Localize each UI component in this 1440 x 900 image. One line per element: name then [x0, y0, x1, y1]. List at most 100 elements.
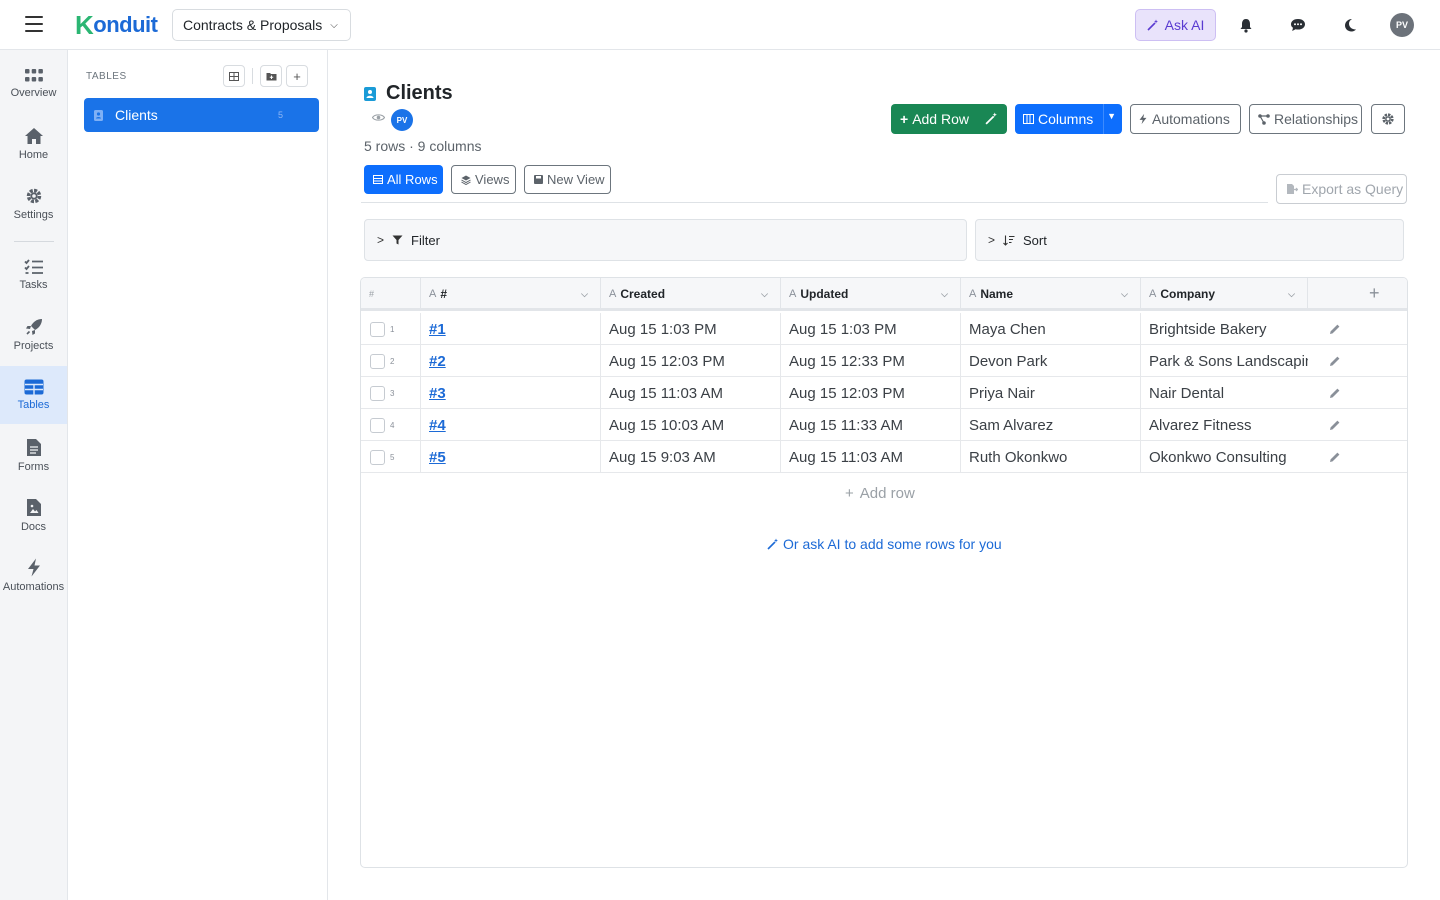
caret-down-icon[interactable]: ▼ [1107, 111, 1116, 121]
cell-updated[interactable]: Aug 15 12:33 PM [781, 345, 961, 377]
rail-item-forms[interactable]: Forms [0, 426, 67, 484]
row-checkbox[interactable] [370, 354, 385, 369]
rail-item-settings[interactable]: Settings [0, 175, 67, 233]
table-row[interactable]: 1 #1 Aug 15 1:03 PM Aug 15 1:03 PM Maya Chen… [361, 313, 1407, 345]
data-grid: # A # ⌵ A Created ⌵ A Updated ⌵ A Name ⌵ A Compan… [360, 277, 1408, 868]
cell-updated[interactable]: Aug 15 12:03 PM [781, 377, 961, 409]
table-row[interactable]: 2 #2 Aug 15 12:03 PM Aug 15 12:33 PM Devon P… [361, 345, 1407, 377]
table-row[interactable]: 3 #3 Aug 15 11:03 AM Aug 15 12:03 PM Priya N… [361, 377, 1407, 409]
add-column-button[interactable]: + [1369, 283, 1380, 304]
row-number: 5 [390, 453, 395, 462]
filter-panel[interactable]: > Filter [364, 219, 967, 261]
sort-panel[interactable]: > Sort [975, 219, 1404, 261]
row-checkbox[interactable] [370, 322, 385, 337]
cell-name[interactable]: Devon Park [961, 345, 1141, 377]
chat-icon[interactable] [1288, 15, 1308, 35]
settings-button[interactable] [1371, 104, 1405, 134]
rail-item-automations[interactable]: Automations [0, 546, 67, 604]
cell-created[interactable]: Aug 15 11:03 AM [601, 377, 781, 409]
pencil-icon[interactable] [1329, 386, 1341, 402]
cell-id[interactable]: #3 [421, 377, 601, 409]
row-link[interactable]: #4 [429, 417, 446, 434]
cell-company[interactable]: Nair Dental [1141, 377, 1308, 409]
cell-name[interactable]: Ruth Okonkwo [961, 441, 1141, 473]
column-header-updated[interactable]: A Updated ⌵ [781, 278, 961, 310]
chevron-down-icon[interactable]: ⌵ [1121, 289, 1128, 300]
new-folder-button[interactable] [260, 65, 282, 87]
rail-divider [14, 241, 54, 242]
row-link[interactable]: #3 [429, 385, 446, 402]
pencil-icon[interactable] [1329, 354, 1341, 370]
automations-button[interactable]: Automations [1130, 104, 1241, 134]
column-header-id[interactable]: A # ⌵ [421, 278, 601, 310]
cell-id[interactable]: #5 [421, 441, 601, 473]
table-row[interactable]: 5 #5 Aug 15 9:03 AM Aug 15 11:03 AM Ruth Oko… [361, 441, 1407, 473]
cell-name[interactable]: Sam Alvarez [961, 409, 1141, 441]
cell-company[interactable]: Brightside Bakery [1141, 313, 1308, 345]
cell-id[interactable]: #1 [421, 313, 601, 345]
add-row-link[interactable]: + Add row [845, 485, 915, 502]
row-checkbox[interactable] [370, 386, 385, 401]
pencil-icon[interactable] [1329, 322, 1341, 338]
rail-item-tasks[interactable]: Tasks [0, 246, 67, 304]
cell-name[interactable]: Priya Nair [961, 377, 1141, 409]
cell-id[interactable]: #2 [421, 345, 601, 377]
app-logo[interactable]: K onduit [75, 10, 158, 40]
tab-new-view[interactable]: New View [524, 165, 611, 194]
hamburger-menu-icon[interactable] [25, 16, 43, 32]
cell-created[interactable]: Aug 15 1:03 PM [601, 313, 781, 345]
column-header-created[interactable]: A Created ⌵ [601, 278, 781, 310]
text-type-icon: A [969, 288, 977, 300]
row-checkbox[interactable] [370, 450, 385, 465]
cell-updated[interactable]: Aug 15 11:33 AM [781, 409, 961, 441]
cell-company[interactable]: Park & Sons Landscaping [1141, 345, 1308, 377]
rail-item-tables[interactable]: Tables [0, 366, 67, 424]
pencil-icon[interactable] [1329, 418, 1341, 434]
table-item-clients[interactable]: Clients 5 [84, 98, 319, 132]
workspace-select[interactable]: Contracts & Proposals ⌵ [172, 9, 351, 41]
rail-item-overview[interactable]: Overview [0, 55, 67, 113]
column-header-company[interactable]: A Company ⌵ [1141, 278, 1308, 310]
table-row[interactable]: 4 #4 Aug 15 10:03 AM Aug 15 11:33 AM Sam Alv… [361, 409, 1407, 441]
cell-id[interactable]: #4 [421, 409, 601, 441]
columns-button[interactable]: Columns ▼ [1015, 104, 1122, 134]
cell-company[interactable]: Alvarez Fitness [1141, 409, 1308, 441]
cell-updated[interactable]: Aug 15 11:03 AM [781, 441, 961, 473]
column-header-name[interactable]: A Name ⌵ [961, 278, 1141, 310]
table-meta: 5 rows · 9 columns [364, 138, 482, 154]
chevron-down-icon[interactable]: ⌵ [581, 289, 588, 300]
cell-created[interactable]: Aug 15 12:03 PM [601, 345, 781, 377]
row-link[interactable]: #2 [429, 353, 446, 370]
owner-avatar[interactable]: PV [391, 109, 413, 131]
table-layout-button[interactable] [223, 65, 245, 87]
cell-updated[interactable]: Aug 15 1:03 PM [781, 313, 961, 345]
rail-item-projects[interactable]: Projects [0, 306, 67, 364]
row-link[interactable]: #1 [429, 321, 446, 338]
rail-item-docs[interactable]: Docs [0, 486, 67, 544]
ask-ai-button[interactable]: Ask AI [1135, 9, 1216, 41]
relationships-button[interactable]: Relationships [1249, 104, 1362, 134]
eye-icon[interactable] [372, 113, 385, 122]
rail-item-home[interactable]: Home [0, 115, 67, 173]
tab-views[interactable]: Views [451, 165, 516, 194]
cell-created[interactable]: Aug 15 10:03 AM [601, 409, 781, 441]
add-row-button[interactable]: + Add Row [891, 104, 1007, 134]
tab-all-rows[interactable]: All Rows [364, 165, 443, 194]
panel-divider [252, 68, 253, 84]
cell-name[interactable]: Maya Chen [961, 313, 1141, 345]
contact-card-icon [364, 87, 376, 101]
user-avatar[interactable]: PV [1390, 13, 1414, 37]
bell-icon[interactable] [1236, 15, 1256, 35]
chevron-down-icon[interactable]: ⌵ [761, 289, 768, 300]
moon-icon[interactable] [1340, 15, 1360, 35]
pencil-icon[interactable] [1329, 450, 1341, 466]
row-checkbox[interactable] [370, 418, 385, 433]
add-table-button[interactable]: + [286, 65, 308, 87]
chevron-down-icon[interactable]: ⌵ [1288, 289, 1295, 300]
ask-ai-rows-link[interactable]: Or ask AI to add some rows for you [767, 536, 1002, 552]
chevron-down-icon[interactable]: ⌵ [941, 289, 948, 300]
cell-created[interactable]: Aug 15 9:03 AM [601, 441, 781, 473]
row-link[interactable]: #5 [429, 449, 446, 466]
export-as-query-button[interactable]: Export as Query [1276, 174, 1407, 204]
cell-company[interactable]: Okonkwo Consulting [1141, 441, 1308, 473]
